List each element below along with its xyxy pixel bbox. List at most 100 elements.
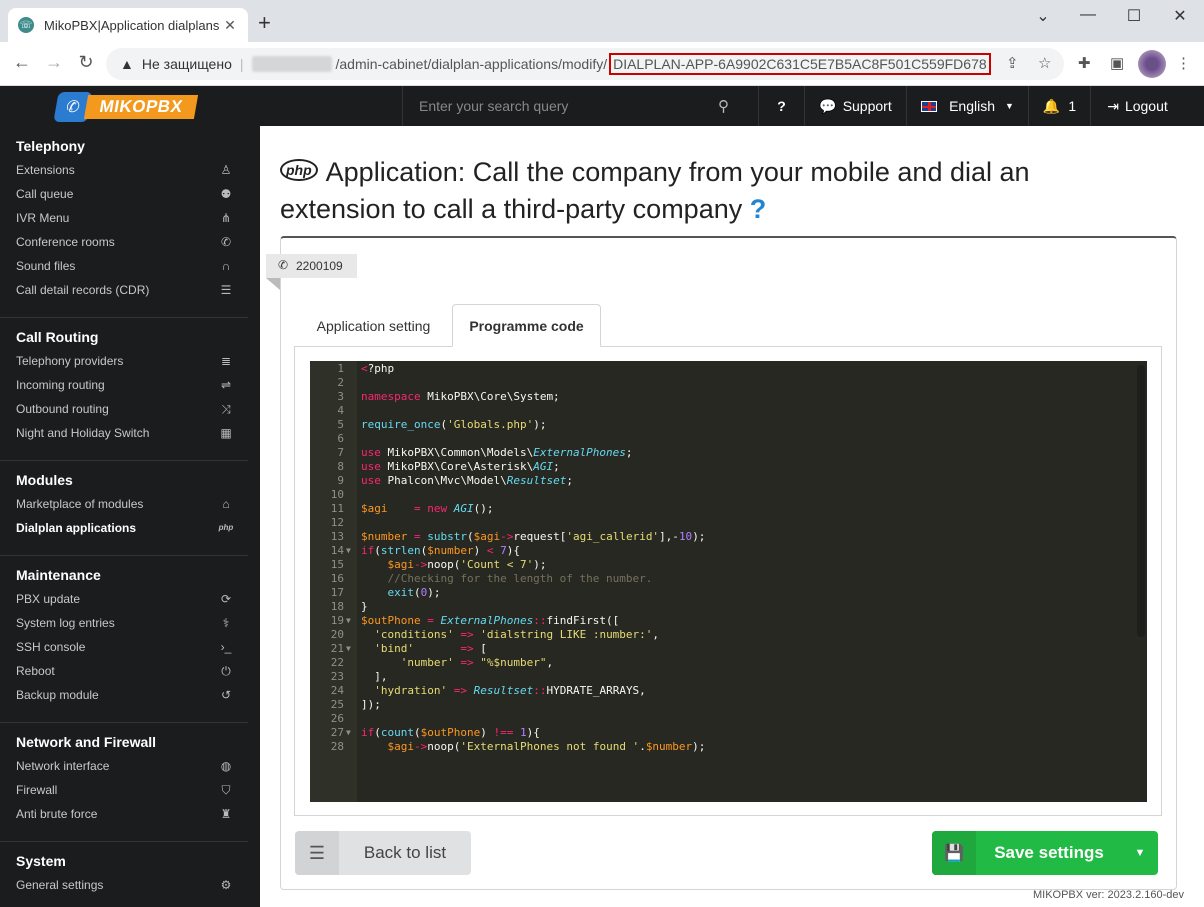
sidebar-item-network-interface[interactable]: Network interface ◍ [0, 754, 248, 778]
sidebar-item-call-queue[interactable]: Call queue ⚉ [0, 182, 248, 206]
line-number: 9 [337, 474, 344, 487]
profile-avatar[interactable] [1138, 50, 1166, 78]
maximize-icon[interactable]: ☐ [1111, 6, 1157, 26]
forward-arrow-icon[interactable]: → [42, 52, 66, 73]
code-line[interactable]: 17 exit(0); [310, 586, 1147, 600]
code-line[interactable]: 14 ▼ if(strlen($number) < 7){ [310, 544, 1147, 558]
insecure-label[interactable]: Не защищено [142, 56, 232, 72]
browser-tab[interactable]: ☏ MikoPBX|Application dialplans ✕ [8, 8, 248, 42]
sidebar-item-backup-module[interactable]: Backup module ↺ [0, 683, 248, 707]
help-question-icon[interactable]: ? [750, 194, 767, 224]
sidebar-item-firewall[interactable]: Firewall ⛉ [0, 778, 248, 802]
side-panel-icon[interactable]: ▣ [1110, 54, 1124, 72]
search-icon[interactable]: ⚲ [718, 97, 729, 115]
language-dropdown[interactable]: English ▼ [906, 86, 1028, 126]
code-line[interactable]: 21 ▼ 'bind' => [ [310, 642, 1147, 656]
fold-toggle-icon[interactable]: ▼ [346, 614, 351, 628]
back-to-list-button[interactable]: ☰ Back to list [295, 831, 471, 875]
sidebar-item-conference-rooms[interactable]: Conference rooms ✆ [0, 230, 248, 254]
line-number: 5 [337, 418, 344, 431]
sidebar-item-ivr-menu[interactable]: IVR Menu ⋔ [0, 206, 248, 230]
sidebar-item-outbound-routing[interactable]: Outbound routing ⤨ [0, 397, 248, 421]
code-text: use MikoPBX\Core\Asterisk\AGI; [361, 460, 560, 473]
code-line[interactable]: 26 [310, 712, 1147, 726]
logout-button[interactable]: ⇥ Logout [1090, 86, 1184, 126]
new-tab-icon[interactable]: + [258, 12, 271, 34]
code-line[interactable]: 11 $agi = new AGI(); [310, 502, 1147, 516]
close-window-icon[interactable]: ✕ [1157, 6, 1203, 26]
share-icon[interactable]: ⇪ [1006, 54, 1019, 72]
sidebar-item-label: Dialplan applications [16, 521, 137, 535]
minimize-icon[interactable]: — [1065, 6, 1111, 24]
save-dropdown-icon[interactable]: ▼ [1122, 831, 1158, 875]
browser-menu-icon[interactable]: ⋮ [1176, 54, 1191, 72]
fold-toggle-icon[interactable]: ▼ [346, 642, 351, 656]
code-line[interactable]: 12 [310, 516, 1147, 530]
back-arrow-icon[interactable]: ← [10, 52, 34, 73]
code-line[interactable]: 1 <?php [310, 362, 1147, 376]
terminal-icon: ›_ [220, 640, 232, 654]
sidebar-item-extensions[interactable]: Extensions ♙ [0, 158, 248, 182]
sidebar-item-incoming-routing[interactable]: Incoming routing ⇌ [0, 373, 248, 397]
sidebar-item-label: Telephony providers [16, 354, 124, 368]
sidebar-item-pbx-update[interactable]: PBX update ⟳ [0, 587, 248, 611]
code-line[interactable]: 18} [310, 600, 1147, 614]
code-line[interactable]: 6 [310, 432, 1147, 446]
code-line[interactable]: 19 ▼ $outPhone = ExternalPhones::findFirst… [310, 614, 1147, 628]
code-line[interactable]: 20 'conditions' => 'dialstring LIKE :num… [310, 628, 1147, 642]
notifications-button[interactable]: 🔔 1 [1028, 86, 1090, 126]
tab-application-setting[interactable]: Application setting [296, 304, 451, 347]
code-line[interactable]: 22 'number' => "%$number", [310, 656, 1147, 670]
tab-programme-code[interactable]: Programme code [452, 304, 601, 347]
save-settings-button[interactable]: 💾 Save settings ▼ [932, 831, 1158, 875]
code-line[interactable]: 25]); [310, 698, 1147, 712]
sidebar-item-marketplace[interactable]: Marketplace of modules ⌂ [0, 492, 248, 516]
close-tab-icon[interactable]: ✕ [222, 17, 238, 34]
code-line[interactable]: 3 namespace MikoPBX\Core\System; [310, 390, 1147, 404]
support-button[interactable]: 💬 Support [804, 86, 906, 126]
code-line[interactable]: 2 [310, 376, 1147, 390]
code-line[interactable]: 23 ], [310, 670, 1147, 684]
code-line[interactable]: 9 use Phalcon\Mvc\Model\Resultset; [310, 474, 1147, 488]
code-line[interactable]: 27 ▼ if(count($outPhone) !== 1){ [310, 726, 1147, 740]
editor-scrollbar[interactable] [1137, 365, 1145, 637]
store-icon: ⌂ [222, 497, 230, 511]
sidebar-item-ssh-console[interactable]: SSH console ›_ [0, 635, 248, 659]
code-line[interactable]: 5 require_once('Globals.php'); [310, 418, 1147, 432]
code-editor[interactable]: 1 <?php 2 3 namespace MikoPBX\Core\System; 4 5… [310, 361, 1147, 802]
help-button[interactable]: ? [758, 86, 804, 126]
sidebar-item-reboot[interactable]: Reboot ⏻ [0, 659, 248, 683]
sidebar-item-system-log[interactable]: System log entries ⚕ [0, 611, 248, 635]
fold-toggle-icon[interactable]: ▼ [346, 726, 351, 740]
sidebar-item-anti-brute-force[interactable]: Anti brute force ♜ [0, 802, 248, 826]
code-line[interactable]: 10 [310, 488, 1147, 502]
code-line[interactable]: 28 $agi->noop('ExternalPhones not found … [310, 740, 1147, 754]
sidebar-item-cdr[interactable]: Call detail records (CDR) ☰ [0, 278, 248, 302]
sidebar-item-night-holiday-switch[interactable]: Night and Holiday Switch ▦ [0, 421, 248, 445]
tab-search-icon[interactable]: ⌄ [1020, 6, 1066, 26]
warning-icon[interactable]: ▲ [120, 56, 134, 72]
mikopbx-logo[interactable]: ✆ MIKOPBX [53, 92, 199, 122]
bookmark-star-icon[interactable]: ☆ [1038, 54, 1051, 72]
address-bar[interactable]: ▲ Не защищено | /admin-cabinet/dialplan-… [106, 48, 1064, 80]
line-number: 17 [330, 586, 344, 599]
reload-icon[interactable]: ↻ [74, 52, 98, 73]
logout-label: Logout [1124, 98, 1168, 114]
version-text: MIKOPBX ver: 2023.2.160-dev [1032, 889, 1184, 901]
fold-toggle-icon[interactable]: ▼ [346, 544, 351, 558]
sidebar-item-general-settings[interactable]: General settings ⚙ [0, 873, 248, 897]
extensions-puzzle-icon[interactable]: ✚ [1078, 54, 1091, 72]
code-line[interactable]: 7 use MikoPBX\Common\Models\ExternalPhone… [310, 446, 1147, 460]
sidebar-item-label: General settings [16, 878, 104, 892]
search-input[interactable]: Enter your search query [402, 86, 758, 126]
code-line[interactable]: 24 'hydration' => Resultset::HYDRATE_ARR… [310, 684, 1147, 698]
code-line[interactable]: 15 $agi->noop('Count < 7'); [310, 558, 1147, 572]
sidebar-item-dialplan-applications[interactable]: Dialplan applications php [0, 516, 248, 540]
sidebar-item-sound-files[interactable]: Sound files ∩ [0, 254, 248, 278]
code-line[interactable]: 13 $number = substr($agi->request['agi_ca… [310, 530, 1147, 544]
code-line[interactable]: 8 use MikoPBX\Core\Asterisk\AGI; [310, 460, 1147, 474]
sidebar-item-telephony-providers[interactable]: Telephony providers ≣ [0, 349, 248, 373]
code-text: } [361, 600, 368, 613]
code-line[interactable]: 4 [310, 404, 1147, 418]
code-line[interactable]: 16 //Checking for the length of the numb… [310, 572, 1147, 586]
